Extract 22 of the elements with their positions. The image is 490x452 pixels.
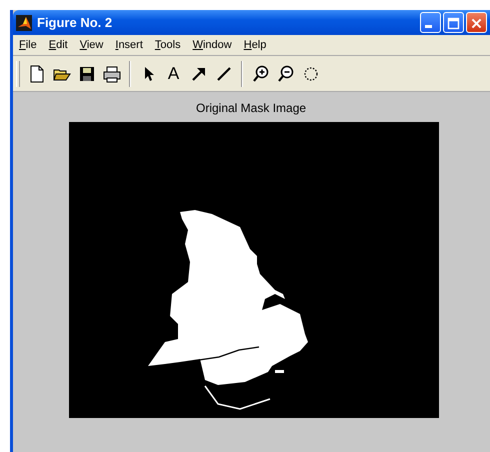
- menu-item[interactable]: Window: [192, 39, 232, 51]
- save-icon: [78, 64, 96, 82]
- zoom-in-icon: [252, 64, 270, 82]
- menu-item[interactable]: Edit: [48, 39, 68, 51]
- zoom-out-icon: [276, 64, 294, 82]
- line-icon: [214, 64, 232, 82]
- window-title: Figure No. 2: [37, 15, 114, 30]
- app-icon: [16, 14, 32, 30]
- print-icon: [102, 64, 120, 82]
- menu-item[interactable]: Help: [244, 39, 266, 51]
- menu-item[interactable]: View: [80, 39, 104, 51]
- minimize-button[interactable]: [420, 12, 441, 33]
- rotate-icon: [302, 64, 320, 82]
- maximize-button[interactable]: [443, 12, 464, 33]
- new-icon: [28, 64, 46, 82]
- close-button[interactable]: [466, 12, 487, 33]
- menu-item[interactable]: Tools: [154, 39, 181, 51]
- menu-item[interactable]: File: [19, 39, 37, 51]
- menu-item[interactable]: Insert: [115, 39, 143, 51]
- axes-title: Original Mask Image: [196, 101, 306, 115]
- text-tool-button[interactable]: A: [162, 62, 185, 85]
- minimize-icon: [425, 25, 432, 28]
